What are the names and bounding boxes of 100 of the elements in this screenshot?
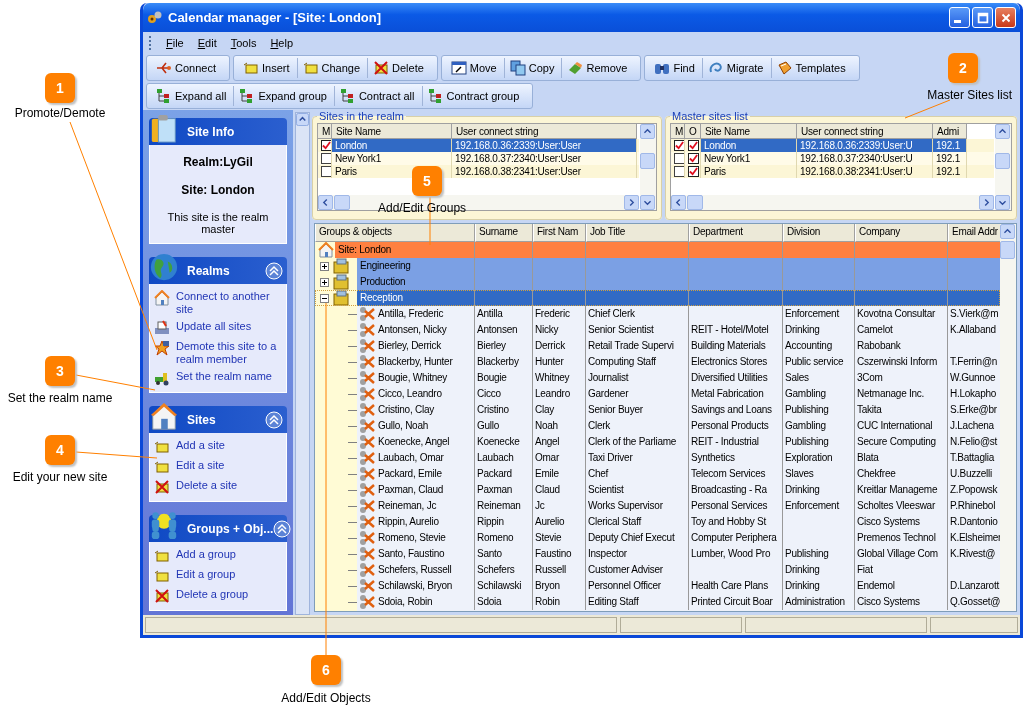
menu-item[interactable]: Help: [265, 35, 299, 51]
object-name[interactable]: Schefers, Russell: [378, 562, 452, 578]
object-name[interactable]: Reineman, Jc: [378, 498, 437, 514]
scroll-left-icon[interactable]: [318, 195, 333, 210]
object-name[interactable]: Koenecke, Angel: [378, 434, 450, 450]
column-header[interactable]: Job Title: [586, 224, 689, 242]
checkbox[interactable]: [674, 166, 684, 177]
scroll-right-icon[interactable]: [624, 195, 639, 210]
maximize-button[interactable]: [972, 7, 993, 28]
task-link[interactable]: Connect to another site: [176, 290, 280, 316]
scroll-down-icon[interactable]: [640, 194, 655, 210]
object-name[interactable]: Schilawski, Bryon: [378, 578, 453, 594]
scroll-up-icon[interactable]: [995, 124, 1010, 139]
task-link[interactable]: Edit a site: [176, 459, 225, 472]
object-name[interactable]: Rippin, Aurelio: [378, 514, 439, 530]
toolbar-button[interactable]: Expand all: [151, 86, 232, 106]
checkbox[interactable]: [321, 166, 331, 177]
column-header[interactable]: Company: [855, 224, 948, 242]
toolbar-button[interactable]: Copy: [503, 58, 560, 78]
site-row[interactable]: Paris 192.168.0.38:2341:User:U 192.1: [671, 165, 994, 178]
checkbox[interactable]: [688, 166, 699, 177]
scroll-up-icon[interactable]: [296, 113, 309, 126]
object-name[interactable]: Bougie, Whitney: [378, 370, 448, 386]
scroll-up-icon[interactable]: [1000, 224, 1015, 239]
toolbar-button[interactable]: Insert: [238, 58, 295, 78]
expand-icon[interactable]: [320, 261, 329, 271]
object-name[interactable]: Laubach, Omar: [378, 450, 444, 466]
column-header[interactable]: M: [671, 124, 685, 139]
column-header[interactable]: Division: [783, 224, 855, 242]
task-link[interactable]: Update all sites: [176, 320, 252, 333]
task-link[interactable]: Delete a site: [176, 479, 238, 492]
column-header[interactable]: Email Addr: [948, 224, 1000, 242]
site-row[interactable]: London 192.168.0.36:2339:User:U 192.1: [671, 139, 994, 152]
tree-node[interactable]: Site: London: [335, 242, 474, 258]
scroll-down-icon[interactable]: [995, 194, 1010, 210]
column-header[interactable]: M: [318, 124, 332, 139]
scroll-thumb[interactable]: [640, 152, 655, 169]
column-header[interactable]: Department: [689, 224, 783, 242]
scroll-up-icon[interactable]: [640, 124, 655, 139]
task-link[interactable]: Edit a group: [176, 568, 236, 581]
menu-item[interactable]: Edit: [192, 35, 222, 51]
toolbar-button[interactable]: Move: [445, 58, 502, 78]
object-name[interactable]: Paxman, Claud: [378, 482, 444, 498]
site-row[interactable]: London 192.168.0.36:2339:User:User: [318, 139, 639, 152]
column-header[interactable]: Site Name: [701, 124, 797, 139]
checkbox[interactable]: [688, 153, 699, 164]
object-name[interactable]: Blackerby, Hunter: [378, 354, 453, 370]
toolbar-button[interactable]: Migrate: [701, 58, 769, 78]
scroll-left-icon[interactable]: [671, 195, 686, 210]
column-header[interactable]: Site Name: [332, 124, 452, 139]
scroll-right-icon[interactable]: [979, 195, 994, 210]
scroll-thumb[interactable]: [1000, 241, 1015, 259]
toolbar-button[interactable]: Expand group: [233, 86, 332, 106]
task-link[interactable]: Set the realm name: [176, 370, 272, 383]
toolbar-button[interactable]: Find: [649, 58, 700, 78]
object-name[interactable]: Santo, Faustino: [378, 546, 445, 562]
tree-node[interactable]: Engineering: [357, 258, 474, 274]
section-header[interactable]: Sites: [149, 406, 287, 433]
scroll-thumb[interactable]: [334, 195, 350, 210]
task-link[interactable]: Add a group: [176, 548, 236, 561]
object-name[interactable]: Packard, Emile: [378, 466, 442, 482]
task-link[interactable]: Demote this site to a realm member: [176, 340, 280, 366]
column-header[interactable]: First Nam: [533, 224, 586, 242]
scroll-thumb[interactable]: [995, 152, 1010, 169]
object-name[interactable]: Bierley, Derrick: [378, 338, 442, 354]
object-name[interactable]: Gullo, Noah: [378, 418, 429, 434]
column-header[interactable]: O: [685, 124, 701, 139]
tree-node[interactable]: Reception: [357, 290, 474, 306]
task-link[interactable]: Add a site: [176, 439, 225, 452]
checkbox[interactable]: [674, 153, 684, 164]
toolbar-button[interactable]: Connect: [151, 58, 221, 78]
scrollbar[interactable]: [1000, 224, 1016, 611]
section-header[interactable]: Site Info: [149, 118, 287, 145]
collapse-icon[interactable]: [320, 293, 329, 303]
object-name[interactable]: Cristino, Clay: [378, 402, 434, 418]
menu-item[interactable]: Tools: [225, 35, 262, 51]
tree-node[interactable]: Production: [357, 274, 474, 290]
site-row[interactable]: New York1 192.168.0.37:2340:User:U 192.1: [671, 152, 994, 165]
column-header[interactable]: Admi: [933, 124, 967, 139]
object-name[interactable]: Antonsen, Nicky: [378, 322, 447, 338]
checkbox[interactable]: [321, 153, 331, 164]
close-button[interactable]: [995, 7, 1016, 28]
toolbar-button[interactable]: Contract all: [333, 86, 420, 106]
object-name[interactable]: Romeno, Stevie: [378, 530, 446, 546]
task-link[interactable]: Delete a group: [176, 588, 249, 601]
toolbar-button[interactable]: Contract group: [421, 86, 525, 106]
scroll-thumb[interactable]: [687, 195, 703, 210]
minimize-button[interactable]: [949, 7, 970, 28]
column-header[interactable]: Surname: [475, 224, 533, 242]
expand-icon[interactable]: [320, 277, 329, 287]
checkbox[interactable]: [688, 140, 699, 151]
column-header[interactable]: User connect string: [797, 124, 933, 139]
toolbar-button[interactable]: Templates: [770, 58, 851, 78]
site-row[interactable]: New York1 192.168.0.37:2340:User:User: [318, 152, 639, 165]
menu-item[interactable]: File: [161, 35, 189, 51]
toolbar-button[interactable]: Remove: [561, 58, 633, 78]
object-name[interactable]: Cicco, Leandro: [378, 386, 442, 402]
object-name[interactable]: Antilla, Frederic: [378, 306, 444, 322]
column-header[interactable]: Groups & objects: [315, 224, 475, 242]
toolbar-button[interactable]: Change: [296, 58, 366, 78]
